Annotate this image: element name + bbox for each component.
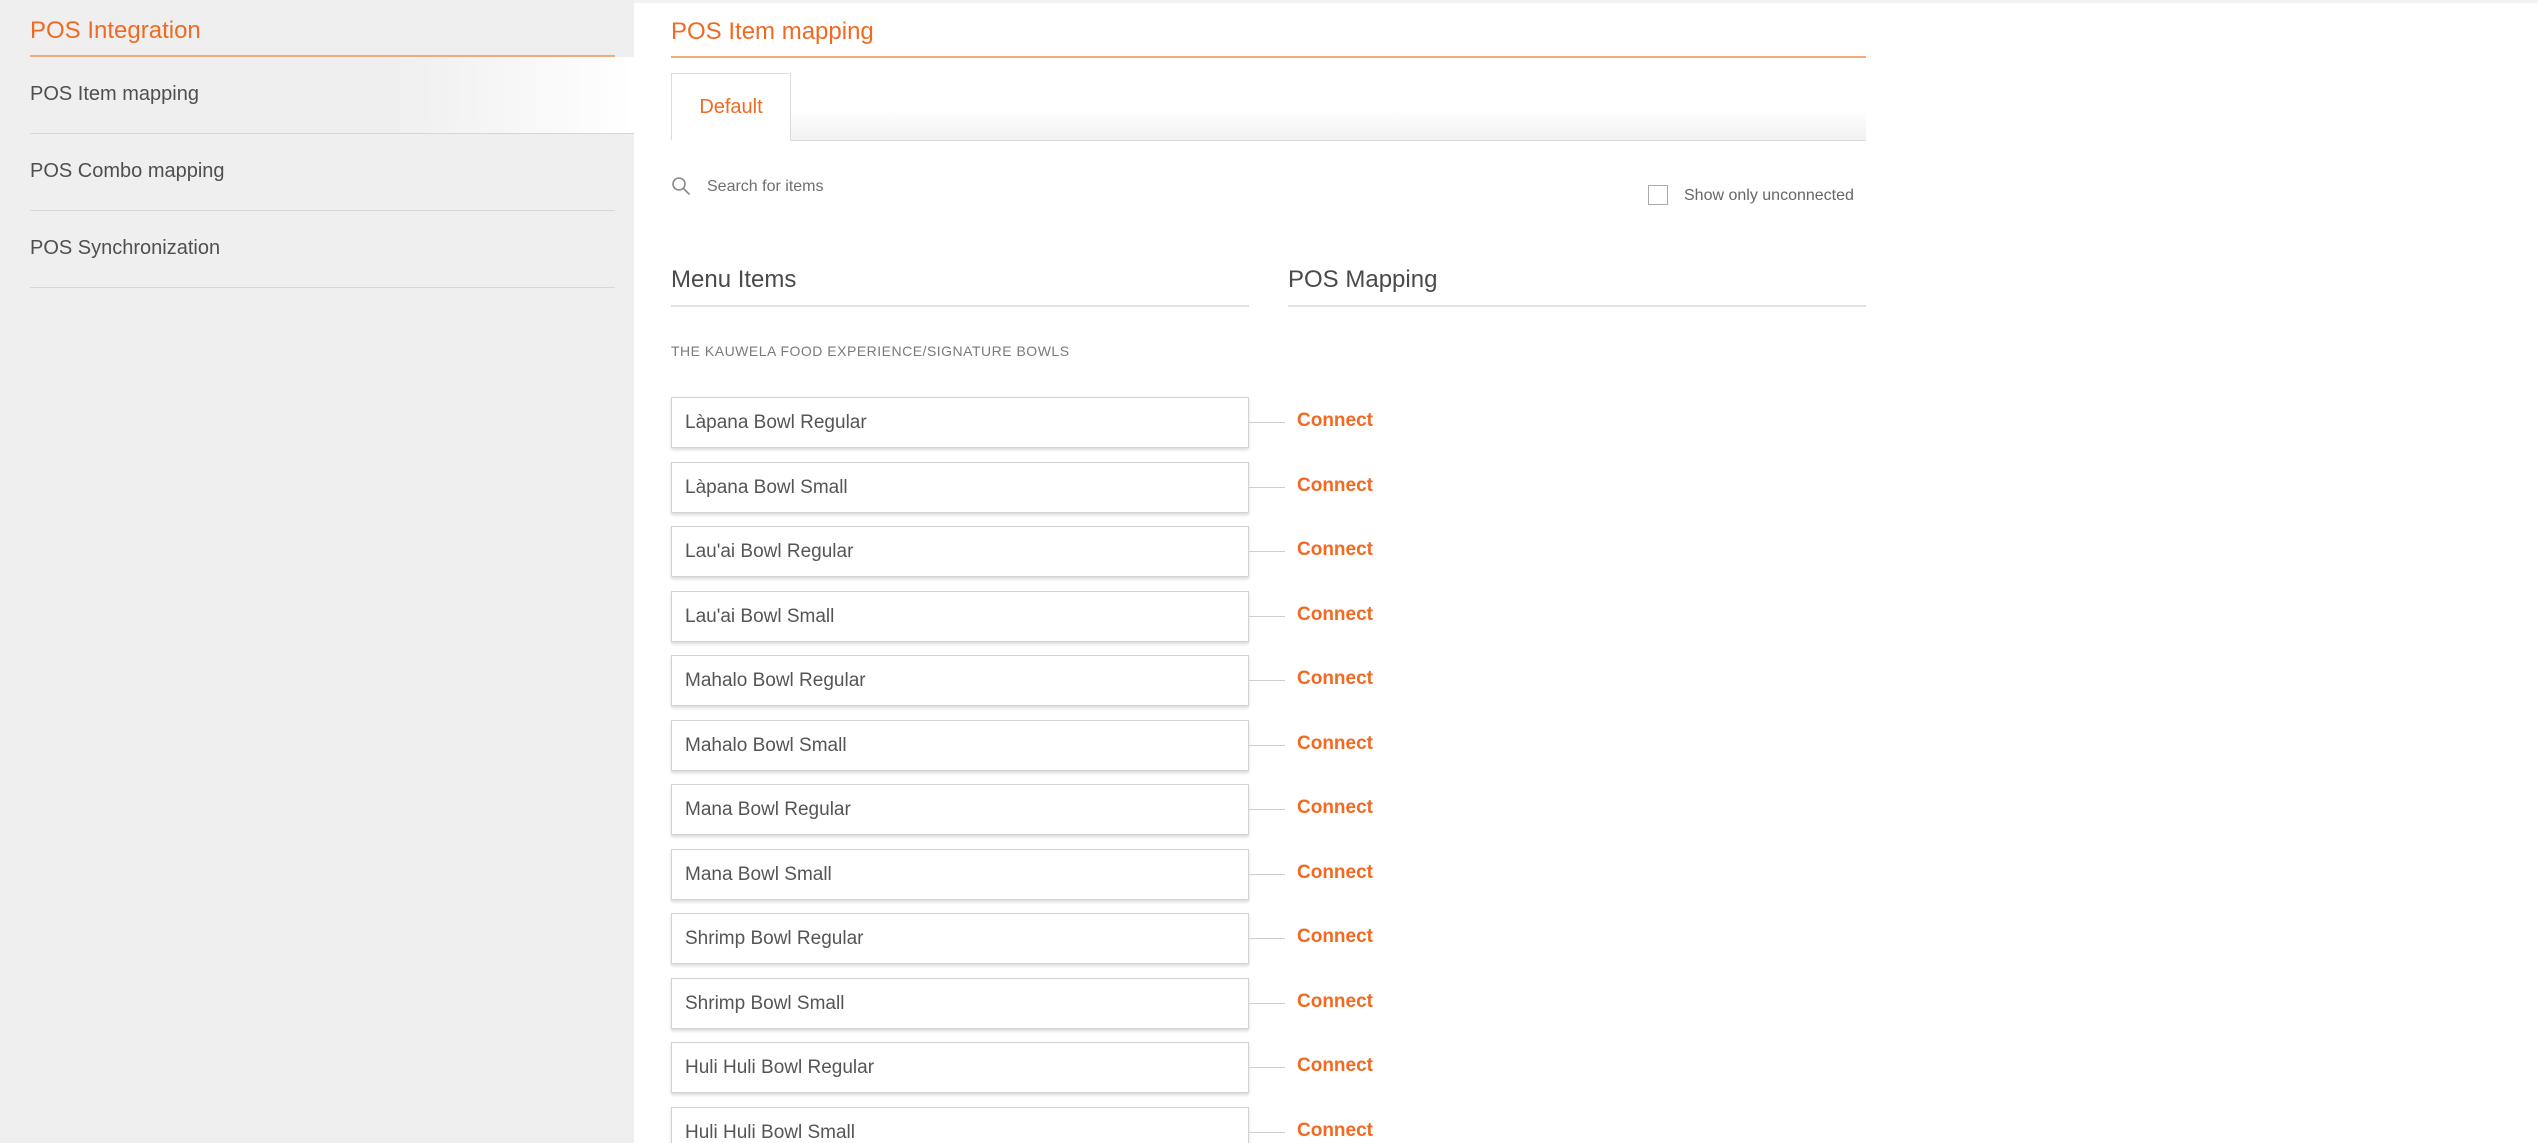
mapping-list: Làpana Bowl Regular Connect Làpana Bowl … [671,397,1471,1143]
list-item: Huli Huli Bowl Regular Connect [671,1042,1471,1107]
tab-bar: Default [671,73,1866,141]
list-item: Mahalo Bowl Small Connect [671,719,1471,785]
connect-link[interactable]: Connect [1297,1120,1373,1142]
page-title-divider [671,56,1866,58]
connector-line [1249,744,1285,746]
sidebar: POS Integration POS Item mapping POS Com… [0,0,634,1143]
show-only-unconnected-toggle[interactable]: Show only unconnected [1648,185,1868,209]
connector-line [1249,422,1285,423]
connect-link[interactable]: Connect [1297,604,1373,626]
list-item: Mana Bowl Regular Connect [671,784,1471,849]
menu-item-name: Mahalo Bowl Small [685,734,847,756]
menu-item-card: Làpana Bowl Small [671,461,1249,513]
connector-line [1249,938,1285,939]
connect-link[interactable]: Connect [1297,668,1373,690]
connector-line [1249,873,1285,875]
connect-link[interactable]: Connect [1297,797,1373,819]
menu-items-divider [671,305,1249,307]
list-item: Làpana Bowl Small Connect [671,461,1471,527]
sidebar-item-label: POS Item mapping [30,83,199,105]
menu-item-name: Shrimp Bowl Small [685,992,845,1014]
list-item: Lau'ai Bowl Regular Connect [671,526,1471,591]
search-input[interactable] [707,173,1147,201]
category-label: THE KAUWELA FOOD EXPERIENCE/SIGNATURE BO… [671,343,1070,359]
connector-line [1249,680,1285,681]
connector-line [1249,1002,1285,1004]
list-item: Shrimp Bowl Small Connect [671,977,1471,1043]
menu-item-card: Mana Bowl Small [671,848,1249,900]
connector-line [1249,809,1285,810]
menu-item-name: Lau'ai Bowl Regular [685,541,854,562]
page-title: POS Item mapping [671,18,874,45]
search-icon [672,177,690,195]
connect-link[interactable]: Connect [1297,1055,1373,1077]
menu-item-card: Huli Huli Bowl Regular [671,1042,1249,1093]
connect-link[interactable]: Connect [1297,539,1373,561]
menu-item-name: Mana Bowl Small [685,863,832,885]
sidebar-item-pos-combo-mapping[interactable]: POS Combo mapping [30,134,615,211]
menu-item-name: Mana Bowl Regular [685,799,851,820]
connector-line [1249,615,1285,617]
show-only-unconnected-label: Show only unconnected [1684,187,1854,204]
menu-item-name: Mahalo Bowl Regular [685,670,866,691]
sidebar-item-label: POS Synchronization [30,237,221,259]
app-root: POS Integration POS Item mapping POS Com… [0,0,2538,1143]
connect-link[interactable]: Connect [1297,410,1373,432]
connector-line [1249,486,1285,488]
checkbox-icon[interactable] [1648,185,1668,205]
tab-label: Default [699,96,763,118]
list-item: Lau'ai Bowl Small Connect [671,590,1471,656]
sidebar-item-pos-item-mapping[interactable]: POS Item mapping [30,57,634,134]
connector-line [1249,551,1285,552]
menu-item-card: Huli Huli Bowl Small [671,1106,1249,1143]
menu-item-name: Shrimp Bowl Regular [685,928,864,949]
list-item: Huli Huli Bowl Small Connect [671,1106,1471,1143]
sidebar-item-pos-synchronization[interactable]: POS Synchronization [30,211,615,288]
menu-item-card: Mana Bowl Regular [671,784,1249,835]
menu-item-name: Huli Huli Bowl Regular [685,1057,875,1078]
menu-item-name: Làpana Bowl Regular [685,412,867,433]
main-content: POS Item mapping Default Show only uncon… [634,0,2538,1143]
connect-link[interactable]: Connect [1297,475,1373,497]
menu-item-card: Lau'ai Bowl Small [671,590,1249,642]
menu-item-name: Lau'ai Bowl Small [685,605,835,627]
connector-line [1249,1067,1285,1068]
list-item: Mahalo Bowl Regular Connect [671,655,1471,720]
menu-item-card: Mahalo Bowl Regular [671,655,1249,706]
menu-item-card: Mahalo Bowl Small [671,719,1249,771]
menu-item-card: Làpana Bowl Regular [671,397,1249,448]
menu-item-name: Huli Huli Bowl Small [685,1121,855,1143]
menu-item-card: Shrimp Bowl Regular [671,913,1249,964]
menu-item-name: Làpana Bowl Small [685,476,848,498]
connect-link[interactable]: Connect [1297,926,1373,948]
sidebar-item-label: POS Combo mapping [30,160,225,182]
search-bar [671,173,1171,203]
connect-link[interactable]: Connect [1297,991,1373,1013]
list-item: Mana Bowl Small Connect [671,848,1471,914]
menu-item-card: Shrimp Bowl Small [671,977,1249,1029]
connector-line [1249,1131,1285,1133]
menu-items-heading: Menu Items [671,266,797,293]
sidebar-title: POS Integration [30,17,201,44]
list-item: Shrimp Bowl Regular Connect [671,913,1471,978]
connect-link[interactable]: Connect [1297,862,1373,884]
menu-item-card: Lau'ai Bowl Regular [671,526,1249,577]
pos-mapping-heading: POS Mapping [1288,266,1438,293]
pos-mapping-divider [1288,305,1866,307]
list-item: Làpana Bowl Regular Connect [671,397,1471,462]
tab-default[interactable]: Default [671,73,791,141]
connect-link[interactable]: Connect [1297,733,1373,755]
